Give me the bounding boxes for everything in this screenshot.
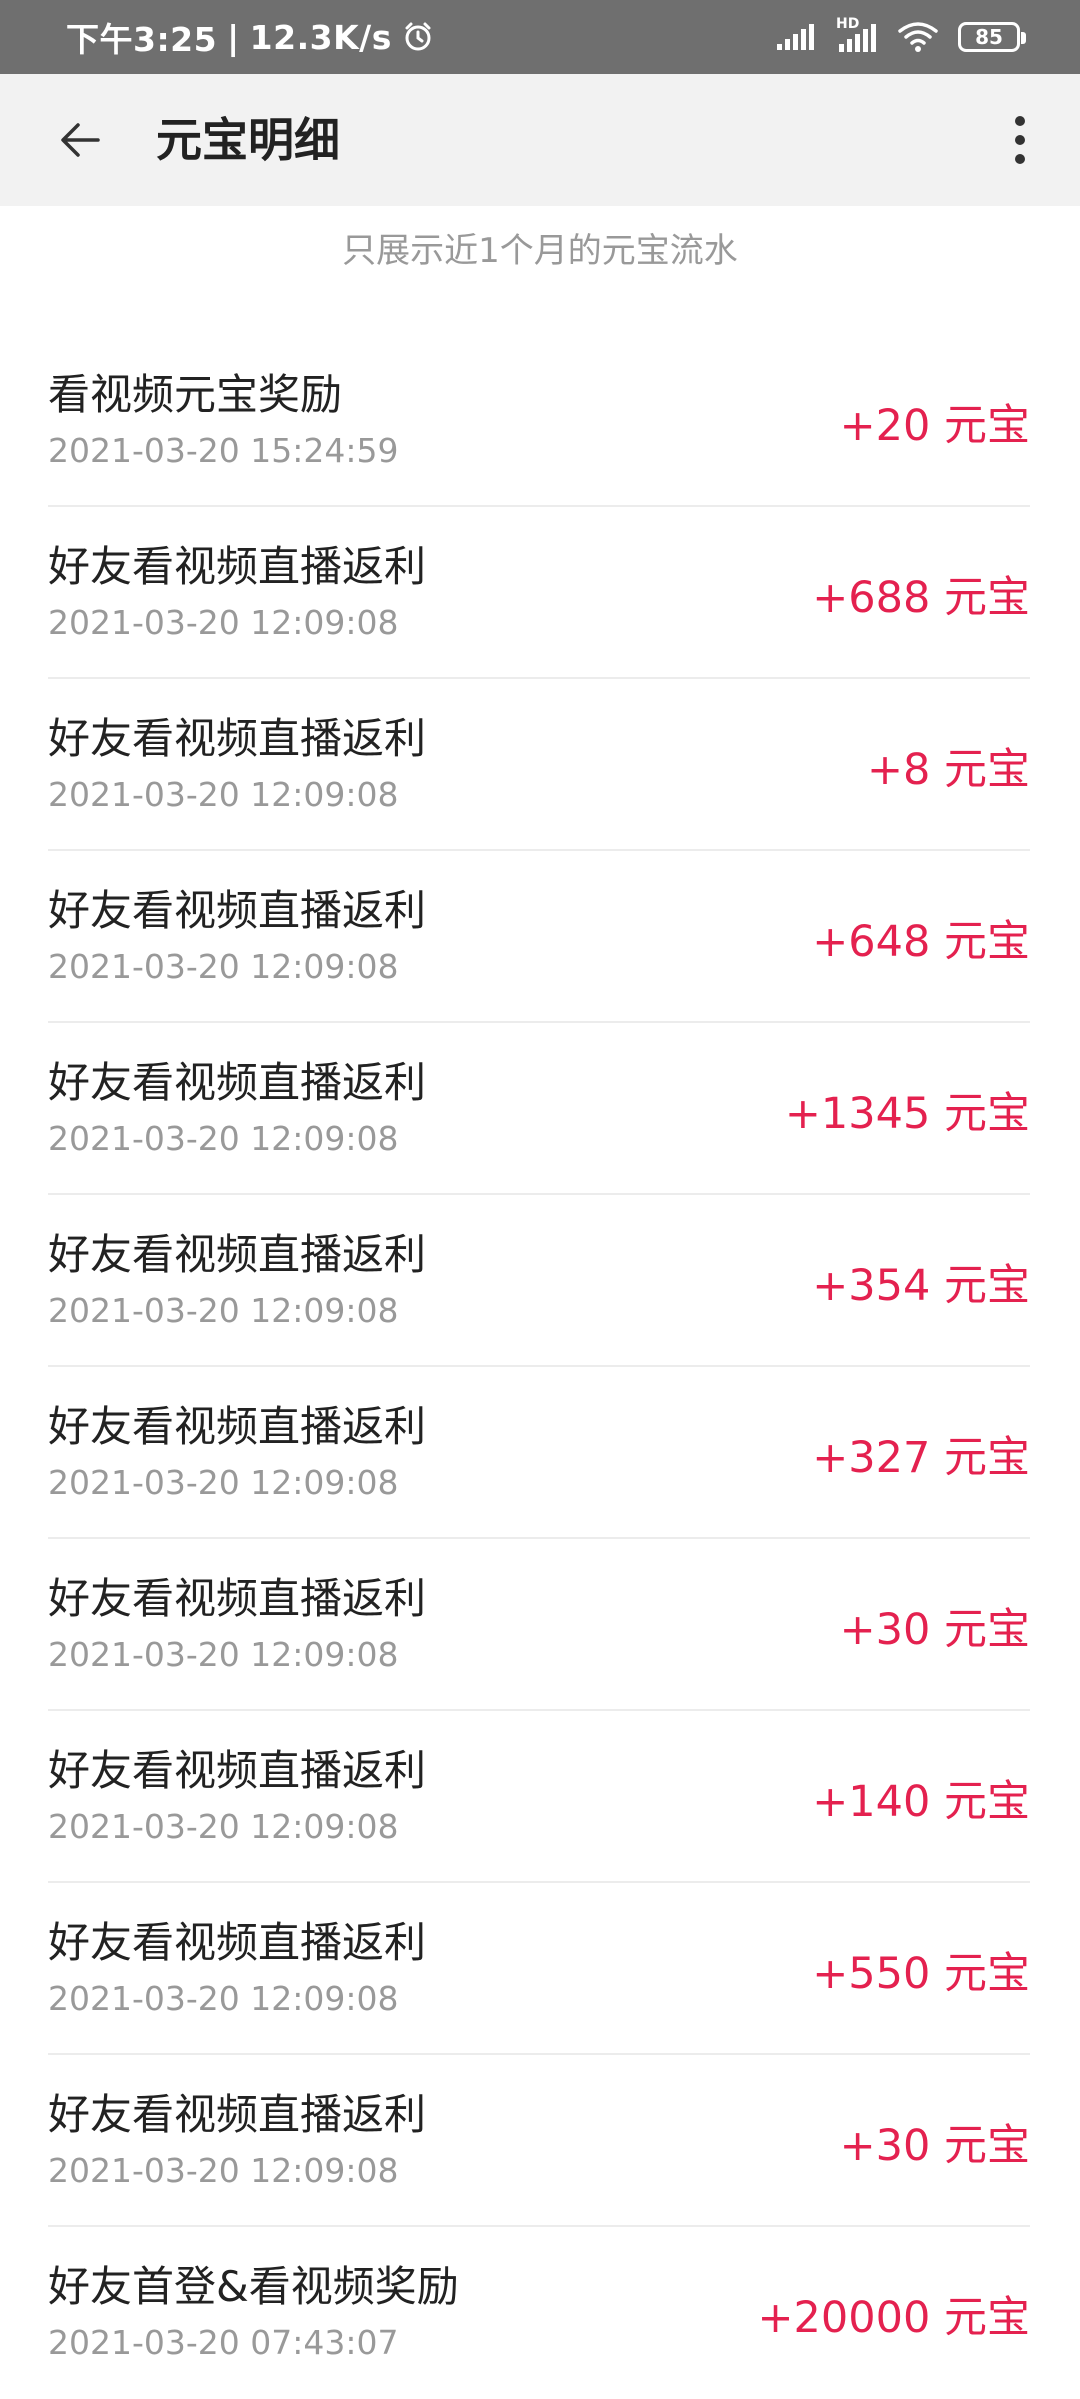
history-notice: 只展示近1个月的元宝流水: [342, 231, 738, 271]
transaction-time: 2021-03-20 15:24:59: [48, 431, 399, 470]
more-options-button[interactable]: [980, 100, 1060, 180]
transaction-title: 好友看视频直播返利: [48, 1574, 427, 1623]
transaction-time: 2021-03-20 12:09:08: [48, 1807, 399, 1846]
transaction-time: 2021-03-20 12:09:08: [48, 775, 399, 814]
transaction-title: 好友看视频直播返利: [48, 2090, 427, 2139]
transaction-row: 好友看视频直播返利 2021-03-20 12:09:08 +688 元宝: [48, 507, 1030, 679]
transaction-row: 好友看视频直播返利 2021-03-20 12:09:08 +1345 元宝: [48, 1023, 1030, 1195]
transaction-row: 看视频元宝奖励 2021-03-20 15:24:59 +20 元宝: [48, 335, 1030, 507]
transaction-row: 好友看视频直播返利 2021-03-20 12:09:08 +648 元宝: [48, 851, 1030, 1023]
transaction-amount: +327 元宝: [812, 1433, 1030, 1483]
status-separator: |: [227, 17, 240, 57]
transaction-amount: +20000 元宝: [757, 2293, 1031, 2343]
transaction-amount: +30 元宝: [839, 1605, 1030, 1655]
transaction-amount: +550 元宝: [812, 1949, 1030, 1999]
hd-label: HD: [836, 16, 860, 32]
transaction-time: 2021-03-20 12:09:08: [48, 947, 399, 986]
app-bar: 元宝明细: [0, 74, 1080, 206]
transaction-row: 好友看视频直播返利 2021-03-20 12:09:08 +354 元宝: [48, 1195, 1030, 1367]
page-title: 元宝明细: [156, 113, 340, 167]
transaction-title: 好友看视频直播返利: [48, 1058, 427, 1107]
transaction-title: 好友首登&看视频奖励: [48, 2262, 459, 2311]
transaction-time: 2021-03-20 12:09:08: [48, 1635, 399, 1674]
transaction-title: 好友看视频直播返利: [48, 1230, 427, 1279]
status-left: 下午3:25 | 12.3K/s: [66, 0, 434, 74]
transaction-title: 看视频元宝奖励: [48, 370, 343, 419]
status-right: HD 85: [776, 0, 1026, 74]
transaction-amount: +354 元宝: [812, 1261, 1030, 1311]
status-network-speed: 12.3K/s: [249, 17, 392, 57]
status-bar: 下午3:25 | 12.3K/s HD 85: [0, 0, 1080, 74]
transaction-amount: +688 元宝: [812, 573, 1030, 623]
transaction-row: 好友看视频直播返利 2021-03-20 12:09:08 +30 元宝: [48, 1539, 1030, 1711]
status-time: 下午3:25: [66, 20, 218, 59]
transaction-row: 好友看视频直播返利 2021-03-20 12:09:08 +30 元宝: [48, 2055, 1030, 2227]
transaction-time: 2021-03-20 12:09:08: [48, 1119, 399, 1158]
transaction-row: 好友首登&看视频奖励 2021-03-20 07:43:07 +20000 元宝: [48, 2227, 1030, 2399]
transaction-time: 2021-03-20 12:09:08: [48, 1463, 399, 1502]
transaction-time: 2021-03-20 12:09:08: [48, 1979, 399, 2018]
transaction-title: 好友看视频直播返利: [48, 1746, 427, 1795]
transaction-row: 好友看视频直播返利 2021-03-20 12:09:08 +327 元宝: [48, 1367, 1030, 1539]
more-vertical-icon: [1010, 114, 1030, 166]
transaction-row: 好友看视频直播返利 2021-03-20 12:09:08 +140 元宝: [48, 1711, 1030, 1883]
wifi-icon: [898, 21, 938, 53]
battery-icon: 85: [958, 22, 1026, 52]
arrow-left-icon: [56, 116, 104, 164]
transaction-amount: +140 元宝: [812, 1777, 1030, 1827]
transaction-row: 好友看视频直播返利 2021-03-20 12:09:08 +8 元宝: [48, 679, 1030, 851]
transaction-title: 好友看视频直播返利: [48, 1402, 427, 1451]
transaction-title: 好友看视频直播返利: [48, 714, 427, 763]
cellular-signal-icon: [776, 22, 816, 52]
transaction-amount: +20 元宝: [839, 401, 1030, 451]
transaction-time: 2021-03-20 12:09:08: [48, 1291, 399, 1330]
back-button[interactable]: [40, 100, 120, 180]
hd-signal-icon: HD: [836, 16, 878, 54]
transaction-list: 看视频元宝奖励 2021-03-20 15:24:59 +20 元宝 好友看视频…: [48, 335, 1030, 2399]
transaction-amount: +30 元宝: [839, 2121, 1030, 2171]
transaction-time: 2021-03-20 12:09:08: [48, 603, 399, 642]
transaction-row: 好友看视频直播返利 2021-03-20 12:09:08 +550 元宝: [48, 1883, 1030, 2055]
transaction-time: 2021-03-20 12:09:08: [48, 2151, 399, 2190]
battery-level: 85: [975, 25, 1003, 49]
transaction-title: 好友看视频直播返利: [48, 886, 427, 935]
transaction-amount: +648 元宝: [812, 917, 1030, 967]
transaction-amount: +1345 元宝: [784, 1089, 1030, 1139]
transaction-title: 好友看视频直播返利: [48, 542, 427, 591]
transaction-title: 好友看视频直播返利: [48, 1918, 427, 1967]
transaction-time: 2021-03-20 07:43:07: [48, 2323, 399, 2362]
alarm-icon: [402, 21, 434, 53]
transaction-amount: +8 元宝: [866, 745, 1030, 795]
